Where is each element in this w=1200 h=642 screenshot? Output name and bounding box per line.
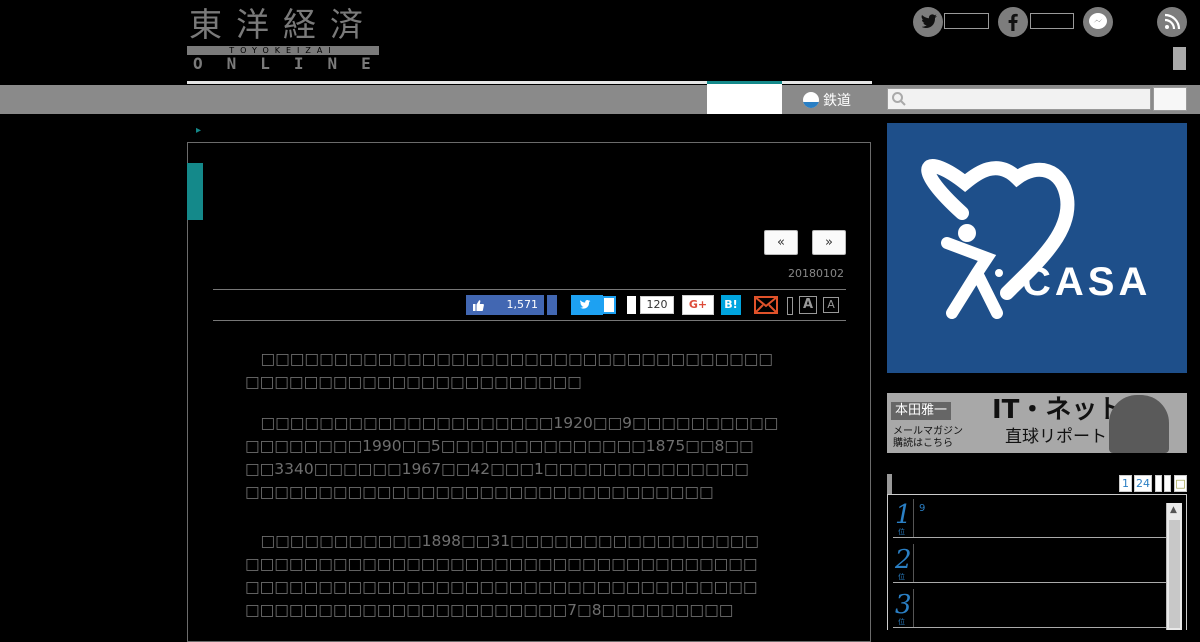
nav-tab-rail-label: 鉄道 <box>823 92 851 109</box>
paragraph-line: □□□□□□□□□□□□□□□□□□□□1920□□9□□□□□□□□□□ <box>245 414 779 432</box>
article-paragraph-1: □□□□□□□□□□□□□□□□□□□□□□□□□□□□□□□□□□□ □□□□… <box>245 348 815 394</box>
casa-logo-icon: CASA <box>921 159 1151 319</box>
rank-number: 3 <box>895 590 912 620</box>
paragraph-line: □□3340□□□□□□1967□□42□□□1□□□□□□□□□□□□□□ <box>245 460 749 478</box>
rank-separator <box>913 499 914 537</box>
ranking-scrollbar[interactable]: ▲ <box>1166 503 1182 630</box>
breadcrumb-arrow[interactable]: ▸ <box>196 125 201 136</box>
article-paragraph-2: □□□□□□□□□□□□□□□□□□□□1920□□9□□□□□□□□□□ □□… <box>245 412 815 504</box>
banner-author: 本田雅一 <box>891 402 952 420</box>
ranking-item[interactable]: 2 位 <box>893 544 1167 583</box>
it-net-banner[interactable]: 本田雅一 IT・ネット メールマガジン 購読はこちら 直球リポート <box>887 393 1187 453</box>
facebook-like-button[interactable]: 1,571 <box>466 295 544 315</box>
thumbs-up-icon <box>472 295 484 321</box>
facebook-count-box <box>1030 13 1074 29</box>
rank-separator <box>913 589 914 627</box>
nav-tab-rail[interactable]: 鉄道 <box>783 85 871 114</box>
font-size-small-button[interactable]: A <box>823 297 839 313</box>
mail-icon[interactable] <box>754 296 778 314</box>
like-count: 1,571 <box>506 298 539 311</box>
paragraph-line: □□□□□□□□□□□□□□□□□□□□□□□ <box>245 373 582 391</box>
twitter-count-box <box>944 13 989 29</box>
rank-suffix: 位 <box>898 573 905 581</box>
prev-page-button[interactable]: « <box>764 230 798 255</box>
rank-number: 1 <box>895 500 912 530</box>
ranking-tab-4[interactable] <box>1164 475 1171 492</box>
paragraph-line: □□□□□□□□□□□□□□□□□□□□□□□□□□□□□□□□ <box>245 483 714 501</box>
paragraph-line: □□□□□□□□1990□□5□□□□□□□□□□□□□□1875□□8□□ <box>245 437 754 455</box>
ranking-item[interactable]: 1 位 9 <box>893 499 1167 538</box>
pocket-count: 120 <box>640 296 674 314</box>
ranking-header-marker <box>887 474 892 494</box>
article-title-marker <box>187 163 203 220</box>
pocket-button[interactable] <box>627 296 636 314</box>
banner-sub: メールマガジン 購読はこちら <box>893 426 963 450</box>
header-menu-bar[interactable] <box>1173 47 1186 70</box>
tweet-count-tail <box>603 296 616 314</box>
scroll-up-icon[interactable]: ▲ <box>1170 505 1177 515</box>
banner-sub-line2: 購読はこちら <box>893 438 953 449</box>
ranking-tab-3[interactable] <box>1155 475 1162 492</box>
twitter-icon[interactable] <box>913 7 943 37</box>
search-icon <box>891 91 907 107</box>
search-input[interactable] <box>887 88 1151 110</box>
logo-online: ONLINE <box>193 54 395 73</box>
rank-separator <box>913 544 914 582</box>
scrollbar-thumb[interactable] <box>1169 520 1180 628</box>
font-size-large-button[interactable]: A <box>799 296 817 314</box>
rank-suffix: 位 <box>898 618 905 626</box>
site-logo[interactable]: 東洋経済 TOYOKEIZAI ONLINE <box>187 5 379 73</box>
hatena-bookmark-button[interactable]: B! <box>721 295 741 315</box>
google-plus-button[interactable]: G+ <box>682 295 714 315</box>
share-divider-bottom <box>213 320 846 321</box>
paragraph-line: □□□□□□□□□□□□□□□□□□□□□□7□8□□□□□□□□□ <box>245 601 734 619</box>
ranking-tab-5[interactable]: □ <box>1174 475 1187 492</box>
ranking-item[interactable]: 3 位 <box>893 589 1167 628</box>
rank-suffix: 位 <box>898 528 905 536</box>
rss-icon[interactable] <box>1157 7 1187 37</box>
messenger-icon[interactable] <box>1083 7 1113 37</box>
banner-sub-line1: メールマガジン <box>893 426 963 437</box>
rank-title: 9 <box>919 503 926 514</box>
rank-number: 2 <box>895 545 912 575</box>
casa-advertisement[interactable]: CASA <box>887 123 1187 373</box>
ranking-tab-24h[interactable]: 24 <box>1134 475 1152 492</box>
paragraph-line: □□□□□□□□□□□□□□□□□□□□□□□□□□□□□□□□□□□ <box>245 578 758 596</box>
article-paragraph-3: □□□□□□□□□□□1898□□31□□□□□□□□□□□□□□□□□ □□□… <box>245 530 815 622</box>
casa-brand-text: CASA <box>1022 260 1151 304</box>
train-icon <box>803 91 819 108</box>
banner-title: IT・ネット <box>992 395 1124 425</box>
search-button[interactable] <box>1153 87 1187 111</box>
logo-kanji: 東洋経済 <box>189 5 377 44</box>
banner-subtitle: 直球リポート <box>1005 427 1107 447</box>
ranking-tab-1h[interactable]: 1 <box>1119 475 1132 492</box>
article-date: 20180102 <box>788 267 844 280</box>
paragraph-line: □□□□□□□□□□□□□□□□□□□□□□□□□□□□□□□□□□□ <box>245 555 758 573</box>
nav-tab-active[interactable] <box>707 81 782 114</box>
share-separator <box>787 297 793 315</box>
author-photo <box>1109 395 1169 453</box>
like-button-edge <box>547 295 557 315</box>
paragraph-line: □□□□□□□□□□□□□□□□□□□□□□□□□□□□□□□□□□□ <box>245 350 774 368</box>
paragraph-line: □□□□□□□□□□□1898□□31□□□□□□□□□□□□□□□□□ <box>245 532 760 550</box>
tweet-button[interactable] <box>571 295 603 315</box>
facebook-icon[interactable] <box>998 7 1028 37</box>
share-divider-top <box>213 289 846 290</box>
next-page-button[interactable]: » <box>812 230 846 255</box>
